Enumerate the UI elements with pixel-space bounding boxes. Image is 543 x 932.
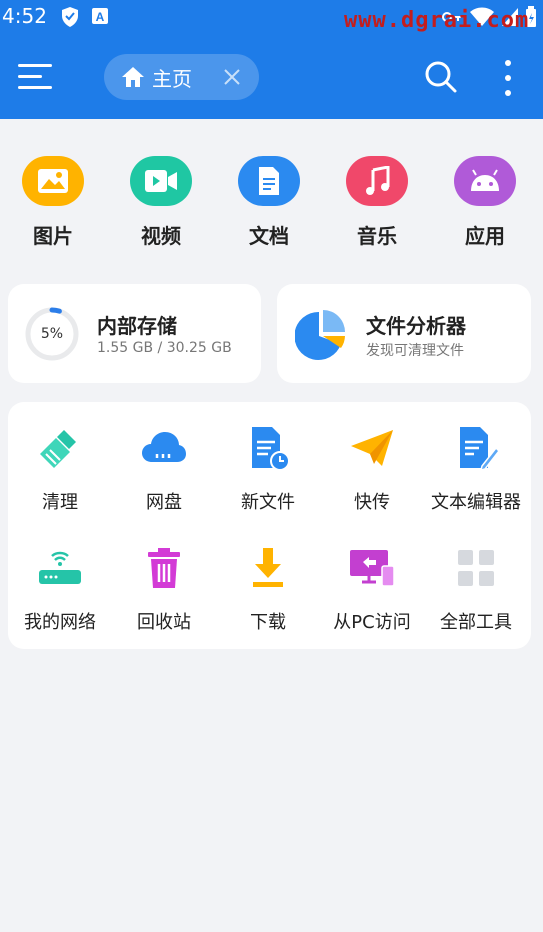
- tool-my-network[interactable]: 我的网络: [8, 544, 112, 634]
- category-label: 文档: [249, 224, 289, 248]
- image-icon: [38, 169, 68, 193]
- status-time: 4:52: [2, 4, 47, 28]
- tool-label: 我的网络: [24, 612, 96, 633]
- category-label: 视频: [141, 224, 181, 248]
- category-row: 图片 视频 文档 音乐 应用: [0, 150, 543, 260]
- tool-label: 清理: [42, 492, 78, 513]
- watermark: www.dgrai.com: [344, 8, 530, 33]
- status-bar: 4:52 A www.dgrai.com: [0, 0, 543, 36]
- video-icon: [145, 170, 177, 192]
- category-label: 应用: [465, 224, 505, 248]
- router-icon: [39, 551, 81, 584]
- menu-icon: [18, 64, 52, 67]
- category-label: 音乐: [357, 224, 397, 248]
- tool-clean[interactable]: 清理: [8, 424, 112, 514]
- music-icon: [366, 166, 390, 195]
- tool-label: 从PC访问: [333, 612, 411, 633]
- tab-home-label: 主页: [152, 66, 192, 91]
- category-documents[interactable]: 文档: [224, 156, 314, 249]
- paper-plane-icon: [351, 430, 393, 466]
- tab-home[interactable]: 主页: [104, 54, 259, 100]
- analyzer-title: 文件分析器: [366, 314, 466, 338]
- svg-text:A: A: [96, 10, 105, 24]
- tool-quick-send[interactable]: 快传: [320, 424, 424, 514]
- pie-chart-icon: [295, 310, 345, 360]
- tool-pc-access[interactable]: 从PC访问: [320, 544, 424, 634]
- storage-title: 内部存储: [97, 314, 177, 338]
- category-label: 图片: [33, 224, 73, 248]
- notification-icons: A: [60, 6, 110, 28]
- a-icon: A: [92, 8, 108, 24]
- android-icon: [471, 169, 499, 191]
- more-vertical-icon: [505, 60, 511, 66]
- tool-cloud[interactable]: 网盘: [112, 424, 216, 514]
- internal-storage-card[interactable]: 5% 内部存储 1.55 GB / 30.25 GB: [8, 284, 261, 383]
- grid-icon: [458, 550, 494, 586]
- storage-percent: 5%: [40, 326, 64, 342]
- menu-button[interactable]: [18, 64, 52, 92]
- category-apps[interactable]: 应用: [440, 156, 530, 249]
- tool-download[interactable]: 下载: [216, 544, 320, 634]
- file-analyzer-card[interactable]: 文件分析器 发现可清理文件: [277, 284, 531, 383]
- tool-label: 文本编辑器: [431, 492, 521, 513]
- tool-label: 全部工具: [440, 612, 512, 633]
- tool-label: 回收站: [137, 612, 191, 633]
- more-options-button[interactable]: [500, 60, 516, 96]
- category-music[interactable]: 音乐: [332, 156, 422, 249]
- tool-label: 新文件: [241, 492, 295, 513]
- trash-icon: [148, 548, 180, 588]
- broom-icon: [40, 430, 76, 468]
- tool-label: 网盘: [146, 492, 182, 513]
- close-icon[interactable]: [221, 66, 243, 88]
- category-videos[interactable]: 视频: [116, 156, 206, 249]
- home-icon: [122, 67, 144, 87]
- search-icon[interactable]: [424, 60, 458, 94]
- tool-label: 下载: [250, 612, 286, 633]
- storage-usage: 1.55 GB / 30.25 GB: [97, 340, 232, 356]
- tool-text-editor[interactable]: 文本编辑器: [424, 424, 528, 514]
- document-icon: [259, 167, 279, 195]
- category-images[interactable]: 图片: [8, 156, 98, 249]
- new-file-icon: [252, 427, 290, 471]
- text-editor-icon: [460, 427, 500, 472]
- download-icon: [253, 548, 283, 587]
- tool-all-tools[interactable]: 全部工具: [424, 544, 528, 634]
- pc-access-icon: [350, 550, 395, 587]
- analyzer-subtitle: 发现可清理文件: [366, 343, 464, 359]
- tool-new-file[interactable]: 新文件: [216, 424, 320, 514]
- shield-icon: [62, 7, 78, 27]
- tool-recycle-bin[interactable]: 回收站: [112, 544, 216, 634]
- tool-label: 快传: [354, 492, 390, 513]
- app-header: 主页: [0, 36, 543, 119]
- tools-card: 清理 网盘 新文件 快传 文本编辑器 我的网络 回收站 下载 从PC访问 全部工…: [8, 402, 531, 649]
- cloud-icon: [142, 432, 186, 462]
